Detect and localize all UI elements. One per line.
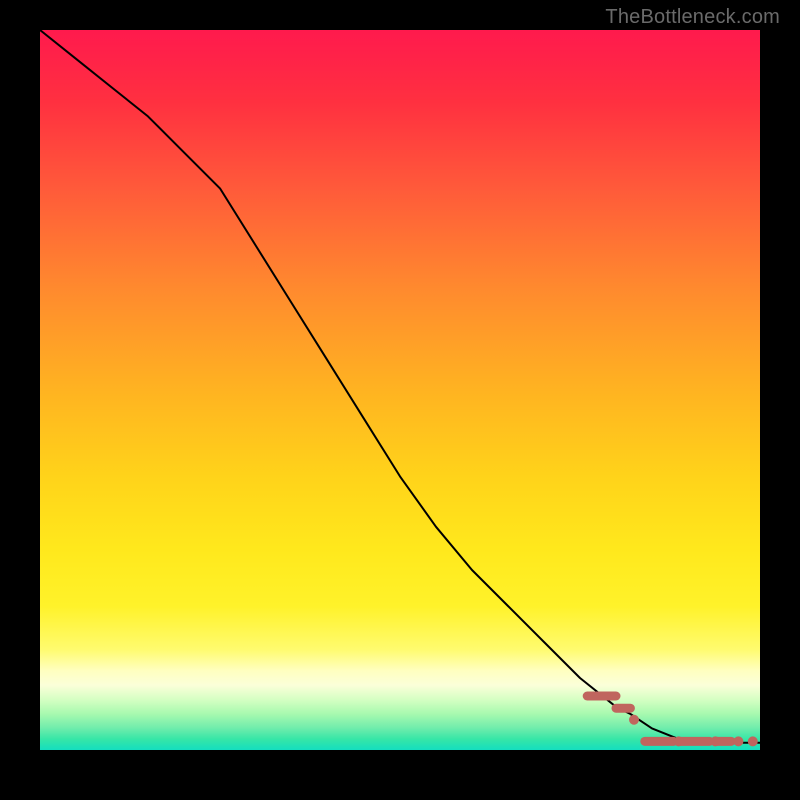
chart-overlay — [40, 30, 760, 750]
chart-frame: TheBottleneck.com — [0, 0, 800, 800]
marker-point — [629, 715, 639, 725]
marker-point — [733, 736, 743, 746]
marker-point — [748, 736, 758, 746]
marker-point — [674, 736, 684, 746]
marker-point — [710, 736, 720, 746]
watermark-text: TheBottleneck.com — [605, 6, 780, 29]
plot-area — [40, 30, 760, 750]
data-curve — [40, 30, 760, 743]
